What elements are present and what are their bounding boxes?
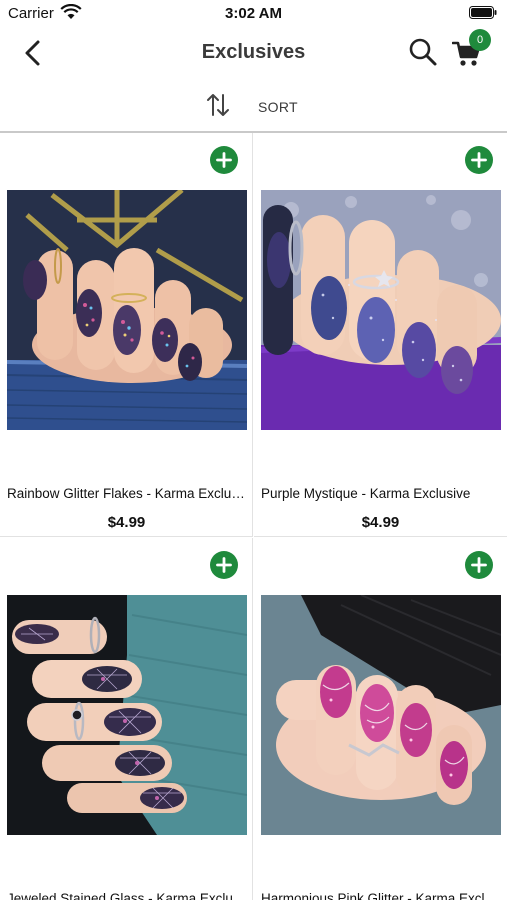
product-grid: Rainbow Glitter Flakes - Karma Exclusive… [0,133,507,900]
product-price: $4.99 [107,514,146,531]
product-photo-rainbow-glitter [7,190,247,430]
product-photo-jeweled-stained-glass [7,595,247,835]
battery-icon [469,6,497,19]
sort-arrows-icon [207,94,229,116]
product-name: Jeweled Stained Glass - Karma Exclusive [7,891,249,900]
product-photo-harmonious-pink-glitter [261,595,501,835]
cart-count-badge: 0 [469,29,491,51]
nav-bar: Exclusives 0 [0,28,507,78]
sort-button[interactable]: SORT [0,84,507,128]
add-to-cart-button[interactable] [210,551,238,579]
product-image[interactable] [7,190,247,430]
plus-icon [471,557,487,573]
sort-label: SORT [258,99,298,115]
product-name: Purple Mystique - Karma Exclusive [261,486,471,501]
product-card[interactable]: Jeweled Stained Glass - Karma Exclusive [0,538,253,900]
plus-icon [216,557,232,573]
product-card[interactable]: Harmonious Pink Glitter - Karma Exclusiv… [254,538,507,900]
add-to-cart-button[interactable] [465,146,493,174]
add-to-cart-button[interactable] [210,146,238,174]
product-photo-purple-mystique [261,190,501,430]
product-image[interactable] [261,595,501,835]
product-card[interactable]: Purple Mystique - Karma Exclusive $4.99 [254,133,507,537]
product-price: $4.99 [361,514,400,531]
product-name: Harmonious Pink Glitter - Karma Exclusiv… [261,891,503,900]
status-time: 3:02 AM [225,5,282,22]
search-icon[interactable] [408,37,438,67]
product-image[interactable] [7,595,247,835]
plus-icon [471,152,487,168]
product-name: Rainbow Glitter Flakes - Karma Exclusive [7,486,249,501]
product-card[interactable]: Rainbow Glitter Flakes - Karma Exclusive… [0,133,253,537]
product-image[interactable] [261,190,501,430]
add-to-cart-button[interactable] [465,551,493,579]
plus-icon [216,152,232,168]
cart-button[interactable]: 0 [452,29,492,72]
status-bar: Carrier 3:02 AM [0,0,507,28]
